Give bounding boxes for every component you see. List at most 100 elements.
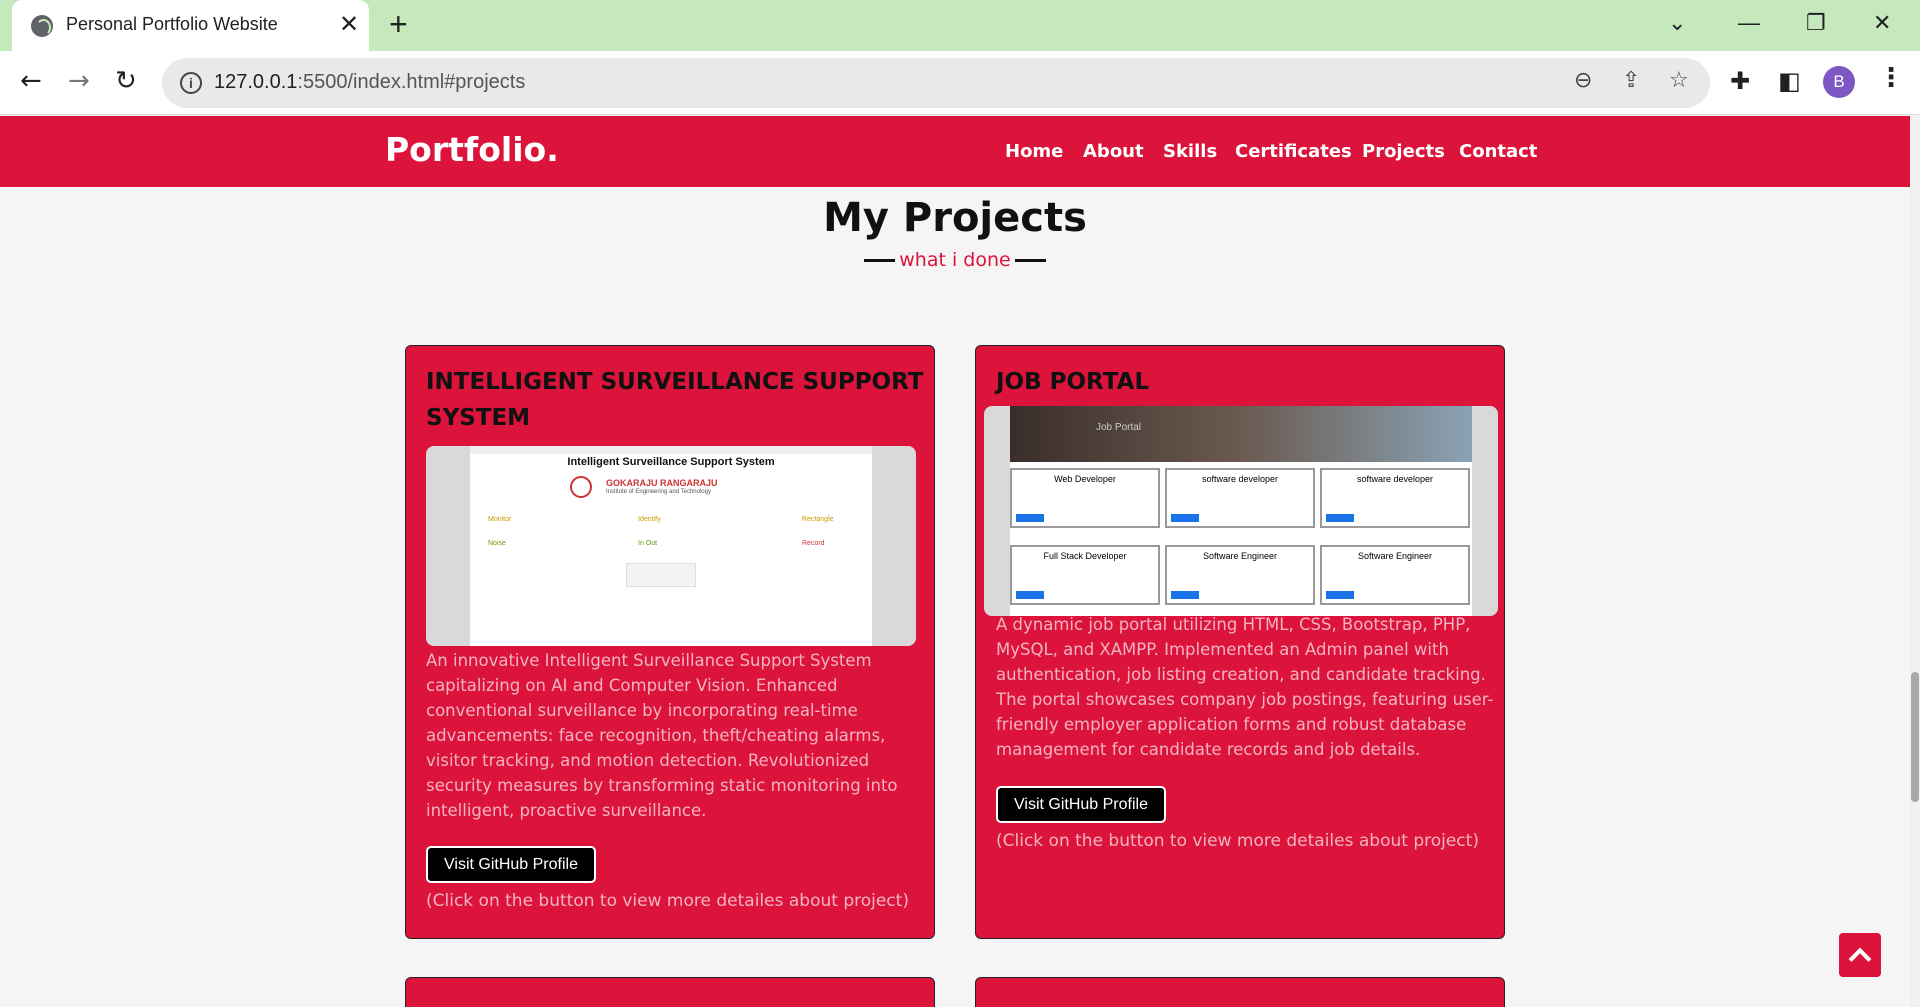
project-card-job-portal: JOB PORTAL Job Portal Web Developer soft… [975, 345, 1505, 939]
project-card-next [975, 977, 1505, 1007]
arrow-up-icon[interactable] [1839, 933, 1881, 977]
chevron-down-icon[interactable]: ⌄ [1668, 10, 1686, 36]
zoom-out-icon[interactable]: ⊖ [1574, 68, 1592, 93]
job-apply-button [1171, 591, 1199, 599]
desc-line: capitalizing on AI and Computer Vision. … [426, 676, 838, 695]
job-card-title: Full Stack Developer [1043, 551, 1127, 561]
job-card-title: Web Developer [1054, 474, 1116, 484]
browser-tab-strip: Personal Portfolio Website ✕ + ⌄ — ❐ ✕ [0, 0, 1920, 51]
page-viewport: Portfolio. Home About Skills Certificate… [0, 116, 1910, 1007]
extensions-icon[interactable]: ✚ [1730, 67, 1750, 95]
portal-banner-text: Job Portal [1096, 422, 1142, 433]
github-button[interactable]: Visit GitHub Profile [426, 846, 596, 883]
subtitle-text: what i done [899, 249, 1011, 271]
job-card-title: Software Engineer [1202, 551, 1278, 561]
feature-rectangle: Rectangle [802, 516, 834, 523]
job-card: software developer [1320, 468, 1470, 528]
project-title-line: SYSTEM [426, 405, 531, 431]
section-subtitle: what i done [0, 249, 1910, 271]
college-name: GOKARAJU RANGARAJU [606, 478, 718, 488]
screenshot-exit-button [626, 563, 696, 587]
nav-link-about[interactable]: About [1083, 141, 1144, 162]
portal-banner: Job Portal [1010, 406, 1472, 462]
desc-line: A dynamic job portal utilizing HTML, CSS… [996, 615, 1471, 634]
desc-line: advancements: face recognition, theft/ch… [426, 726, 886, 745]
job-card: Full Stack Developer [1010, 545, 1160, 605]
desc-line: friendly employer application forms and … [996, 715, 1467, 734]
desc-line: management for candidate records and job… [996, 740, 1421, 759]
feature-identify: Identify [638, 516, 661, 523]
project-title: INTELLIGENT SURVEILLANCE SUPPORT SYSTEM [426, 364, 923, 436]
job-card-title: software developer [1356, 474, 1434, 484]
project-screenshot: Intelligent Surveillance Support System … [426, 446, 916, 646]
sidepanel-icon[interactable]: ◧ [1778, 67, 1801, 95]
avatar[interactable]: B [1823, 66, 1855, 98]
job-card-title: software developer [1201, 474, 1279, 484]
restore-icon[interactable]: ❐ [1806, 10, 1826, 36]
github-note: (Click on the button to view more detail… [996, 831, 1479, 851]
forward-icon[interactable]: → [68, 67, 90, 95]
site-logo[interactable]: Portfolio. [385, 130, 559, 169]
job-card: Web Developer [1010, 468, 1160, 528]
close-icon[interactable]: ✕ [339, 10, 359, 39]
college-sub: Institute of Engineering and Technology [606, 489, 711, 495]
nav-link-contact[interactable]: Contact [1459, 141, 1537, 162]
desc-line: intelligent, proactive surveillance. [426, 801, 707, 820]
job-apply-button [1326, 514, 1354, 522]
job-card: Software Engineer [1165, 545, 1315, 605]
desc-line: visitor tracking, and motion detection. … [426, 751, 870, 770]
address-bar[interactable]: i 127.0.0.1:5500/index.html#projects ⊖ ⇪… [162, 58, 1710, 108]
github-button[interactable]: Visit GitHub Profile [996, 786, 1166, 823]
url-path: :5500/index.html#projects [297, 71, 526, 93]
project-screenshot: Job Portal Web Developer software develo… [984, 406, 1498, 616]
tab-title: Personal Portfolio Website [66, 14, 278, 34]
url-text[interactable]: 127.0.0.1:5500/index.html#projects [214, 71, 525, 94]
project-description: An innovative Intelligent Surveillance S… [426, 648, 898, 823]
scrollbar-thumb[interactable] [1911, 672, 1919, 802]
job-card: software developer [1165, 468, 1315, 528]
browser-toolbar: ← → ↻ i 127.0.0.1:5500/index.html#projec… [0, 51, 1920, 115]
nav-link-projects[interactable]: Projects [1362, 141, 1445, 162]
feature-monitor: Monitor [488, 516, 512, 523]
info-icon[interactable]: i [180, 72, 202, 94]
project-title-line: INTELLIGENT SURVEILLANCE SUPPORT [426, 369, 924, 395]
globe-icon [31, 15, 53, 37]
job-card: Software Engineer [1320, 545, 1470, 605]
window-close-icon[interactable]: ✕ [1873, 10, 1891, 36]
feature-noise: Noise [488, 540, 506, 547]
browser-tab[interactable]: Personal Portfolio Website ✕ [12, 0, 369, 51]
project-description: A dynamic job portal utilizing HTML, CSS… [996, 612, 1493, 762]
divider [1014, 259, 1046, 262]
college-logo [570, 476, 592, 498]
project-card-next [405, 977, 935, 1007]
site-navbar: Portfolio. Home About Skills Certificate… [0, 116, 1910, 187]
menu-icon[interactable]: ⋮ [1878, 63, 1904, 93]
scrollbar[interactable] [1910, 116, 1920, 1007]
nav-link-certificates[interactable]: Certificates [1235, 141, 1352, 162]
screenshot-window: Job Portal Web Developer software develo… [1010, 406, 1472, 616]
screenshot-window: Intelligent Surveillance Support System … [470, 446, 872, 646]
desc-line: An innovative Intelligent Surveillance S… [426, 651, 872, 670]
job-card-title: Software Engineer [1357, 551, 1433, 561]
desc-line: security measures by transforming static… [426, 776, 898, 795]
desc-line: MySQL, and XAMPP. Implemented an Admin p… [996, 640, 1449, 659]
back-icon[interactable]: ← [20, 67, 42, 95]
minimize-icon[interactable]: — [1738, 10, 1760, 36]
url-host: 127.0.0.1 [214, 71, 298, 93]
star-icon[interactable]: ☆ [1669, 68, 1689, 93]
feature-in-out: In Out [638, 540, 658, 547]
section-title: My Projects [823, 195, 1087, 241]
desc-line: authentication, job listing creation, an… [996, 665, 1486, 684]
plus-icon[interactable]: + [389, 8, 408, 40]
nav-link-skills[interactable]: Skills [1163, 141, 1217, 162]
screenshot-heading: Intelligent Surveillance Support System [567, 456, 775, 468]
project-card-surveillance: INTELLIGENT SURVEILLANCE SUPPORT SYSTEM … [405, 345, 935, 939]
desc-line: The portal showcases company job posting… [996, 690, 1494, 709]
divider [864, 259, 896, 262]
job-apply-button [1016, 591, 1044, 599]
share-icon[interactable]: ⇪ [1622, 68, 1640, 93]
screenshot-titlebar [470, 446, 872, 454]
project-title: JOB PORTAL [996, 369, 1150, 395]
reload-icon[interactable]: ↻ [115, 67, 137, 95]
nav-link-home[interactable]: Home [1005, 141, 1063, 162]
